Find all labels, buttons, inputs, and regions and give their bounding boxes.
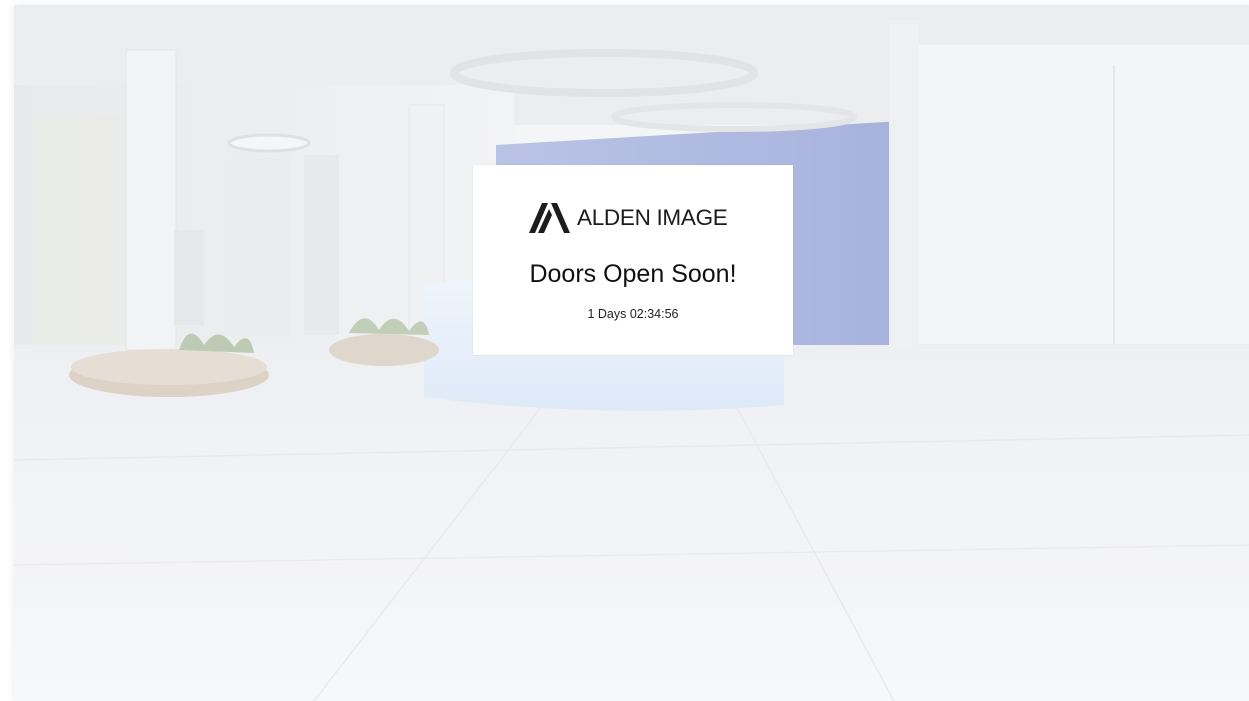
alden-image-logo-icon bbox=[529, 203, 570, 233]
brand-name: ALDEN IMAGE bbox=[577, 205, 728, 230]
brand-logo: ALDEN IMAGE bbox=[529, 203, 728, 233]
page-title: Doors Open Soon! bbox=[529, 260, 737, 288]
landing-page: ALDEN IMAGE Doors Open Soon! 1 Days 02:3… bbox=[14, 5, 1249, 701]
countdown-card: ALDEN IMAGE Doors Open Soon! 1 Days 02:3… bbox=[473, 165, 793, 355]
countdown-timer: 1 Days 02:34:56 bbox=[587, 307, 679, 321]
